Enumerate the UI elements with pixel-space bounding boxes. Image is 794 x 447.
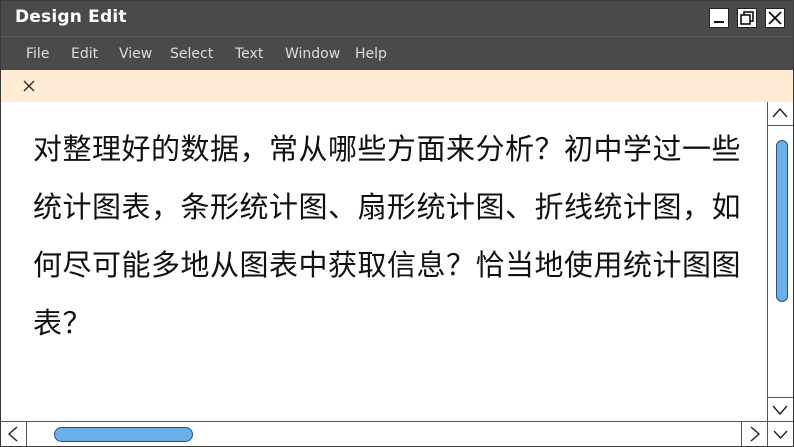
close-icon — [768, 11, 782, 25]
menu-bar: File Edit View Select Text Window Help — [1, 36, 793, 70]
chevron-down-icon — [772, 405, 788, 416]
window-title: Design Edit — [15, 7, 127, 27]
document-area[interactable]: 对整理好的数据，常从哪些方面来分析？初中学过一些统计图表，条形统计图、扇形统计图… — [1, 102, 767, 421]
scroll-down-button[interactable] — [768, 397, 793, 421]
menu-view[interactable]: View — [119, 46, 152, 62]
chevron-right-icon — [750, 426, 761, 442]
scroll-up-button[interactable] — [768, 102, 793, 126]
menu-file[interactable]: File — [26, 46, 49, 62]
minimize-button[interactable] — [709, 8, 729, 28]
scroll-right-button[interactable] — [741, 422, 767, 446]
menu-text[interactable]: Text — [235, 46, 263, 62]
title-bar[interactable]: Design Edit — [1, 1, 793, 36]
maximize-button[interactable] — [737, 8, 757, 28]
chevron-down-icon — [773, 430, 788, 440]
horizontal-scroll-thumb[interactable] — [54, 427, 193, 442]
close-icon — [23, 80, 35, 92]
design-edit-window: Design Edit File Edit View Select Text W… — [0, 0, 794, 447]
menu-select[interactable]: Select — [170, 46, 213, 62]
minimize-icon — [714, 21, 724, 23]
menu-edit[interactable]: Edit — [71, 46, 98, 62]
scroll-down-corner-button[interactable] — [767, 422, 793, 446]
vertical-scrollbar[interactable] — [767, 102, 793, 421]
horizontal-scrollbar[interactable] — [1, 421, 793, 446]
chevron-left-icon — [7, 426, 18, 442]
menu-help[interactable]: Help — [355, 46, 387, 62]
document-text[interactable]: 对整理好的数据，常从哪些方面来分析？初中学过一些统计图表，条形统计图、扇形统计图… — [33, 120, 753, 352]
chevron-up-icon — [772, 107, 788, 118]
notification-close-button[interactable] — [19, 76, 39, 96]
vertical-scroll-thumb[interactable] — [776, 140, 788, 302]
close-button[interactable] — [765, 8, 785, 28]
scroll-left-button[interactable] — [1, 422, 27, 446]
menu-window[interactable]: Window — [285, 46, 340, 62]
notification-bar — [1, 70, 793, 103]
restore-icon — [740, 11, 754, 25]
